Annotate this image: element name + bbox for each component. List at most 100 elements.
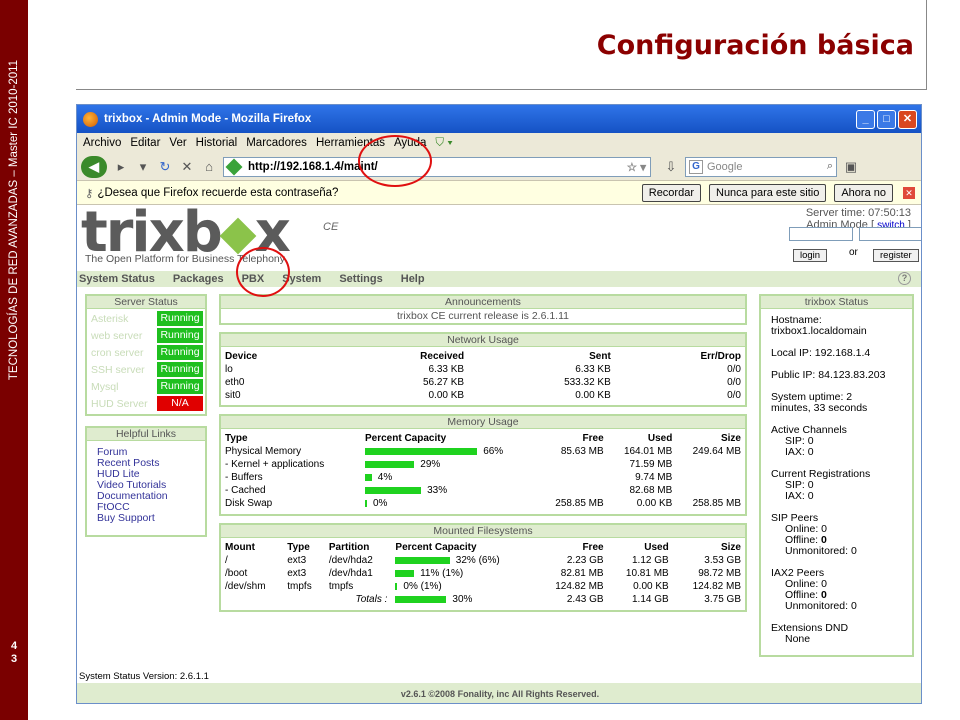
password-input[interactable] (859, 227, 921, 241)
helpful-link[interactable]: Buy Support (97, 513, 195, 524)
nav-settings[interactable]: Settings (339, 273, 382, 285)
google-icon[interactable]: G (689, 159, 703, 174)
network-cell: sit0 (225, 390, 241, 401)
menu-ver[interactable]: Ver (169, 137, 186, 149)
site-identity-icon[interactable] (225, 158, 243, 175)
network-cell: lo (225, 364, 233, 375)
helpful-links-list: Forum Recent Posts HUD Lite Video Tutorials… (87, 441, 205, 530)
menu-editar[interactable]: Editar (130, 137, 160, 149)
fs-used: 1.12 GB (632, 555, 669, 566)
col-partition: Partition (328, 542, 370, 553)
never-for-site-button[interactable]: Nunca para este sitio (709, 183, 827, 202)
service-row: Asterisk Running (87, 310, 205, 327)
percent-cell: 0% (361, 497, 539, 510)
fs-used: 10.81 MB (625, 568, 669, 579)
capacity-bar (395, 569, 415, 577)
col-received: Received (420, 351, 465, 362)
percent-cell: 33% (361, 484, 539, 497)
remember-password-button[interactable]: Recordar (641, 183, 701, 202)
pbx-highlight-circle (236, 247, 290, 297)
percent-cell: 11% (1%) (391, 567, 535, 580)
col-fsfree: Free (582, 542, 604, 553)
percent-label: 30% (452, 594, 473, 605)
nav-packages[interactable]: Packages (173, 273, 224, 285)
back-button[interactable]: ◀ (81, 155, 107, 178)
col-errdrop: Err/Drop (700, 351, 741, 362)
username-input[interactable] (789, 227, 853, 241)
url-bar[interactable]: http://192.168.1.4/maint/ ☆ ▾ (223, 156, 651, 177)
memory-free (539, 458, 608, 471)
fs-type: ext3 (287, 568, 307, 579)
addon-shield-icon[interactable]: ⛉ ▾ (435, 137, 452, 150)
firefox-window: trixbox - Admin Mode - Mozilla Firefox _… (76, 104, 922, 704)
maximize-button[interactable]: □ (877, 109, 896, 129)
download-icon[interactable]: ⇩ (663, 159, 679, 175)
percent-cell: 30% (391, 593, 535, 606)
capacity-bar (395, 595, 447, 603)
service-status-badge: Running (157, 345, 203, 360)
active-channels-iax: IAX: 0 (785, 446, 814, 458)
network-cell: 0/0 (727, 390, 741, 401)
home-icon[interactable]: ⌂ (201, 159, 217, 174)
uptime-line-2: minutes, 33 seconds (771, 402, 868, 414)
percent-cell: 29% (361, 458, 539, 471)
search-icon[interactable]: ⌕ (827, 160, 833, 173)
not-now-button[interactable]: Ahora no (834, 183, 893, 202)
col-fssize: Size (720, 542, 741, 553)
sidebar-toggle-icon[interactable]: ▣ (843, 159, 859, 175)
trixbox-nav: System Status Packages PBX System Settin… (77, 271, 921, 287)
help-icon[interactable]: ? (898, 272, 911, 285)
percent-label: 32% (6%) (455, 555, 500, 566)
service-name: SSH server (91, 363, 145, 376)
search-box[interactable]: G Google ⌕ (685, 156, 837, 177)
menu-archivo[interactable]: Archivo (83, 137, 121, 149)
memory-type: Disk Swap (225, 498, 273, 509)
close-window-button[interactable]: ✕ (898, 109, 917, 129)
percent-label: 29% (420, 459, 441, 470)
login-button[interactable]: login (793, 249, 828, 262)
fs-size: 98.72 MB (698, 568, 741, 579)
service-status-badge: Running (157, 328, 203, 343)
register-button[interactable]: register (873, 249, 919, 262)
reload-icon[interactable]: ↻ (157, 159, 173, 175)
capacity-bar (365, 499, 367, 507)
network-cell: 0/0 (727, 377, 741, 388)
memory-free (539, 484, 608, 497)
filesystems-panel: Mounted Filesystems Mount Type Partition… (219, 523, 747, 612)
nav-system-status[interactable]: System Status (79, 273, 155, 285)
network-usage-panel: Network Usage Device Received Sent Err/D… (219, 332, 747, 407)
trixbox-status-title: trixbox Status (761, 296, 912, 309)
capacity-bar (365, 447, 478, 455)
stop-icon[interactable]: ✕ (179, 159, 195, 175)
memory-free: 85.63 MB (560, 446, 604, 457)
col-percent: Percent Capacity (365, 433, 447, 444)
history-dropdown-icon[interactable]: ▾ (135, 159, 151, 175)
fs-type: tmpfs (287, 581, 312, 592)
network-row: eth0 56.27 KB 533.32 KB 0/0 (221, 376, 745, 389)
menu-marcadores[interactable]: Marcadores (246, 137, 307, 149)
fs-mount: /boot (225, 568, 248, 579)
memory-size (676, 471, 745, 484)
col-used: Used (647, 433, 673, 444)
fs-free: 124.82 MB (555, 581, 604, 592)
trixbox-header: trixb x CE The Open Platform for Business… (77, 205, 921, 271)
service-row: cron server Running (87, 344, 205, 361)
bookmark-star-icon[interactable]: ☆ ▾ (627, 160, 646, 174)
iax-peers-unmonitored: Unmonitored: 0 (785, 600, 857, 612)
memory-used: 164.01 MB (623, 446, 673, 457)
memory-row: - Kernel + applications 29% 71.59 MB (221, 458, 745, 471)
close-notification-icon[interactable]: ✕ (903, 186, 915, 199)
nav-help[interactable]: Help (401, 273, 425, 285)
minimize-button[interactable]: _ (856, 109, 875, 129)
service-name: cron server (91, 346, 144, 359)
service-status-badge: Running (157, 362, 203, 377)
memory-type: - Cached (225, 485, 266, 496)
forward-button[interactable]: ▸ (113, 159, 129, 175)
service-name: web server (91, 329, 143, 342)
menu-historial[interactable]: Historial (196, 137, 238, 149)
service-row: SSH server Running (87, 361, 205, 378)
percent-label: 0% (373, 498, 388, 509)
percent-label: 11% (1%) (420, 568, 464, 579)
network-cell: 56.27 KB (422, 377, 465, 388)
window-title: trixbox - Admin Mode - Mozilla Firefox (104, 113, 312, 125)
